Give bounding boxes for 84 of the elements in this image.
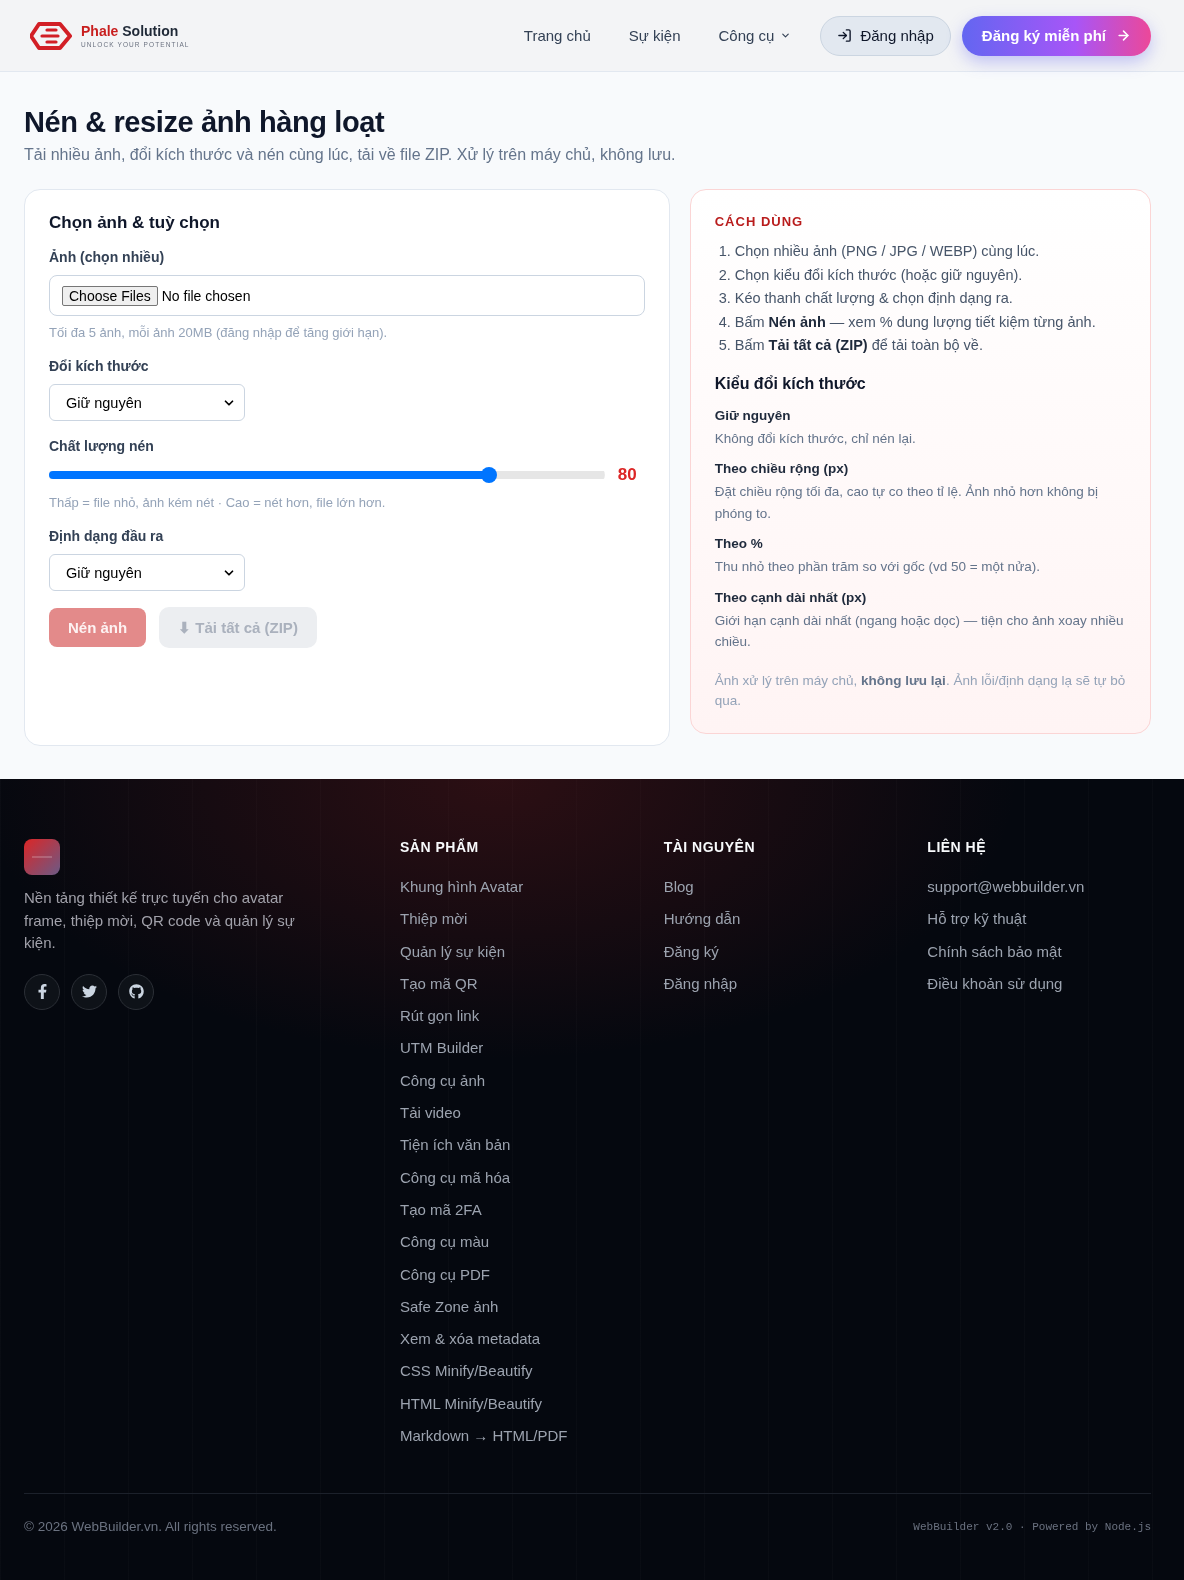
footer-heading: TÀI NGUYÊN xyxy=(663,839,755,855)
step-text: Chọn kiểu đổi kích thước (hoặc giữ nguyên). xyxy=(734,265,1023,285)
mode-description: Giới hạn cạnh dài nhất (ngang hoặc dọc) — tiện cho ảnh xoay nhiều chiều. xyxy=(714,611,1125,651)
step-number: 4. xyxy=(717,312,731,332)
footer-link[interactable]: Quản lý sự kiện xyxy=(400,941,568,962)
copyright-text: © 2026 WebBuilder.vn. All rights reserved. xyxy=(24,1519,277,1535)
page-subtitle: Tải nhiều ảnh, đổi kích thước và nén cùng lúc, tải về file ZIP. Xử lý trên máy chủ, không lưu. xyxy=(24,145,677,165)
step-text: Bấm Nén ảnh — xem % dung lượng tiết kiệm từng ảnh. xyxy=(734,312,1096,332)
step-text: Chọn nhiều ảnh (PNG / JPG / WEBP) cùng lúc. xyxy=(734,242,1040,261)
step-number: 3. xyxy=(717,289,731,308)
footer-link[interactable]: Hỗ trợ kỹ thuật xyxy=(927,909,1085,930)
footer-link[interactable]: HTML Minify/Beautify xyxy=(400,1393,568,1414)
note-text: Ảnh xử lý trên máy chủ, không lưu lại. Ảnh lỗi/định dạng lạ sẽ tự bỏ qua. xyxy=(714,671,1126,710)
step-number: 2. xyxy=(717,265,731,285)
field-label: Ảnh (chọn nhiều) xyxy=(49,248,165,267)
signup-button[interactable]: Đăng ký miễn phí xyxy=(961,15,1151,56)
select-field[interactable]: Giữ nguyên xyxy=(49,384,245,421)
file-status-text: No file chosen xyxy=(161,287,251,304)
footer-link[interactable]: Markdown → HTML/PDF xyxy=(400,1426,568,1447)
footer-link[interactable]: Công cụ màu xyxy=(400,1232,568,1253)
card-title: Chọn ảnh & tuỳ chọn xyxy=(49,213,221,233)
footer-link[interactable]: Công cụ ảnh xyxy=(400,1070,568,1091)
mode-name: Theo % xyxy=(714,535,764,553)
file-input-field[interactable]: Choose Files No file chosen xyxy=(49,275,645,316)
footer-link[interactable]: CSS Minify/Beautify xyxy=(400,1361,568,1382)
footer-link[interactable]: Tạo mã 2FA xyxy=(400,1199,568,1220)
footer-link[interactable]: Rút gọn link xyxy=(400,1006,568,1027)
footer-link[interactable]: Đăng ký xyxy=(663,941,741,962)
footer-link[interactable]: Đăng nhập xyxy=(663,973,741,994)
footer-link[interactable]: Công cụ PDF xyxy=(400,1264,568,1285)
footer-link[interactable]: Xem & xóa metadata xyxy=(400,1329,568,1350)
select-field[interactable]: Giữ nguyên xyxy=(49,554,245,591)
nav-link[interactable]: Sự kiện xyxy=(628,27,681,44)
footer-link[interactable]: Hướng dẫn xyxy=(663,909,741,930)
mode-description: Đặt chiều rộng tối đa, cao tự co theo tỉ lệ. Ảnh nhỏ hơn không bị phóng to. xyxy=(714,483,1100,523)
footer-link[interactable]: Thiệp mời xyxy=(400,909,568,930)
field-label: Đổi kích thước xyxy=(49,357,149,376)
footer-link[interactable]: Tiện ích văn bản xyxy=(400,1135,568,1156)
page-title: Nén & resize ảnh hàng loạt xyxy=(24,105,386,140)
step-number: 5. xyxy=(717,336,731,355)
slider-thumb[interactable] xyxy=(480,467,497,483)
twitter-icon xyxy=(81,984,97,999)
footer-heading: LIÊN HỆ xyxy=(927,839,987,855)
mode-name: Theo chiều rộng (px) xyxy=(714,460,850,478)
field-hint: Tối đa 5 ảnh, mỗi ảnh 20MB (đăng nhập để tăng giới hạn). xyxy=(49,324,388,341)
footer-link[interactable]: support@webbuilder.vn xyxy=(927,877,1085,897)
chevron-icon xyxy=(780,30,792,41)
section-heading: CÁCH DÙNG xyxy=(714,214,805,230)
nav-link[interactable]: Công cụ xyxy=(718,27,792,44)
nav-link[interactable]: Trang chủ xyxy=(523,27,591,44)
mode-name: Theo cạnh dài nhất (px) xyxy=(714,588,868,607)
footer-description: Nền tảng thiết kế trực tuyến cho avatar frame, thiệp mời, QR code và quản lý sự kiện. xyxy=(24,888,296,953)
version-text: WebBuilder v2.0 · Powered by Node.js xyxy=(913,1520,1151,1533)
login-button[interactable]: Đăng nhập xyxy=(820,15,951,56)
footer-link[interactable]: Chính sách bảo mật xyxy=(927,941,1085,962)
footer-link[interactable]: UTM Builder xyxy=(400,1038,568,1059)
github-link[interactable] xyxy=(118,973,154,1010)
step-text: Bấm Tải tất cả (ZIP) để tải toàn bộ về. xyxy=(734,336,983,355)
twitter-link[interactable] xyxy=(71,973,107,1010)
step-number: 1. xyxy=(717,242,731,261)
field-label: Chất lượng nén xyxy=(49,437,154,456)
login-icon xyxy=(837,28,853,43)
logo-icon xyxy=(30,21,72,50)
field-hint: Thấp = file nhỏ, ảnh kém nét · Cao = nét hơn, file lớn hơn. xyxy=(49,494,386,511)
mode-description: Không đổi kích thước, chỉ nén lại. xyxy=(714,429,917,448)
facebook-link[interactable] xyxy=(24,973,60,1010)
footer-link[interactable]: Tải video xyxy=(400,1103,568,1124)
brand-name: Phale Solution xyxy=(81,22,180,39)
footer-link[interactable]: Tạo mã QR xyxy=(400,973,568,994)
mode-name: Giữ nguyên xyxy=(714,406,792,425)
footer-link[interactable]: Khung hình Avatar xyxy=(400,877,568,897)
section-title: Kiểu đổi kích thước xyxy=(714,373,867,394)
footer-link[interactable]: Công cụ mã hóa xyxy=(400,1167,568,1188)
footer-link[interactable]: Safe Zone ảnh xyxy=(400,1296,568,1317)
footer-link[interactable]: Blog xyxy=(663,877,741,897)
logo-tile-icon xyxy=(24,839,60,875)
mode-description: Thu nhỏ theo phần trăm so với gốc (vd 50 = một nửa). xyxy=(714,558,1041,576)
step-text: Kéo thanh chất lượng & chọn định dạng ra. xyxy=(734,289,1013,308)
slider-value: 80 xyxy=(617,465,638,485)
field-label: Định dạng đầu ra xyxy=(49,527,164,546)
footer-link[interactable]: Điều khoản sử dụng xyxy=(927,973,1085,994)
choose-files-button[interactable]: Choose Files xyxy=(62,285,158,306)
github-icon xyxy=(128,984,144,999)
footer-heading: SẢN PHẨM xyxy=(400,839,479,855)
